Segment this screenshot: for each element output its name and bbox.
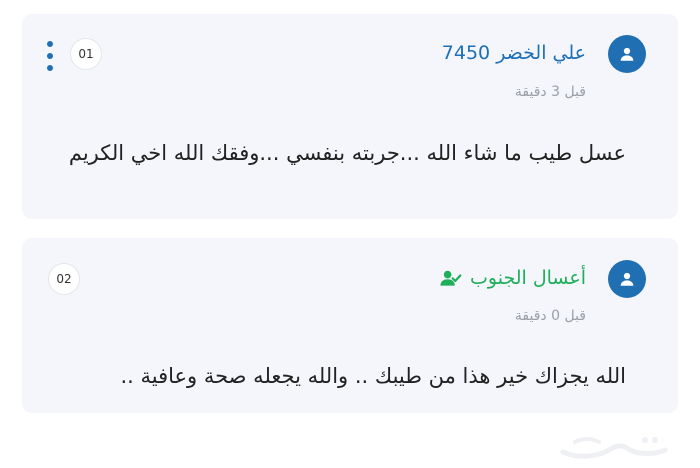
comment-text: الله يجزاك خير هذا من طيبك .. والله يجعل…	[120, 364, 626, 388]
user-icon	[620, 47, 634, 61]
user-check-icon	[440, 269, 462, 287]
comments-page: علي الخضر 7450 قبل 3 دقيقة عسل طيب ما شا…	[0, 0, 700, 468]
comment-card: أعسال الجنوب قبل 0 دقيقة الله يجزاك خير …	[22, 238, 678, 413]
user-avatar[interactable]	[608, 35, 646, 73]
user-avatar[interactable]	[608, 260, 646, 298]
comment-time: قبل 3 دقيقة	[514, 84, 586, 100]
comment-author[interactable]: علي الخضر 7450	[442, 42, 586, 64]
comment-time: قبل 0 دقيقة	[514, 308, 586, 324]
comment-number-badge: 01	[70, 38, 102, 70]
comment-card: علي الخضر 7450 قبل 3 دقيقة عسل طيب ما شا…	[22, 14, 678, 219]
comment-number-badge: 02	[48, 263, 80, 295]
comment-author-name[interactable]: علي الخضر 7450	[442, 42, 586, 64]
more-options-button[interactable]	[44, 41, 56, 71]
comment-text: عسل طيب ما شاء الله ...جربته بنفسي ...وف…	[68, 141, 626, 165]
comment-author[interactable]: أعسال الجنوب	[440, 267, 586, 289]
comment-author-name[interactable]: أعسال الجنوب	[470, 267, 586, 289]
more-vertical-icon	[47, 41, 53, 47]
user-icon	[620, 272, 634, 286]
haraj-logo	[560, 437, 668, 459]
